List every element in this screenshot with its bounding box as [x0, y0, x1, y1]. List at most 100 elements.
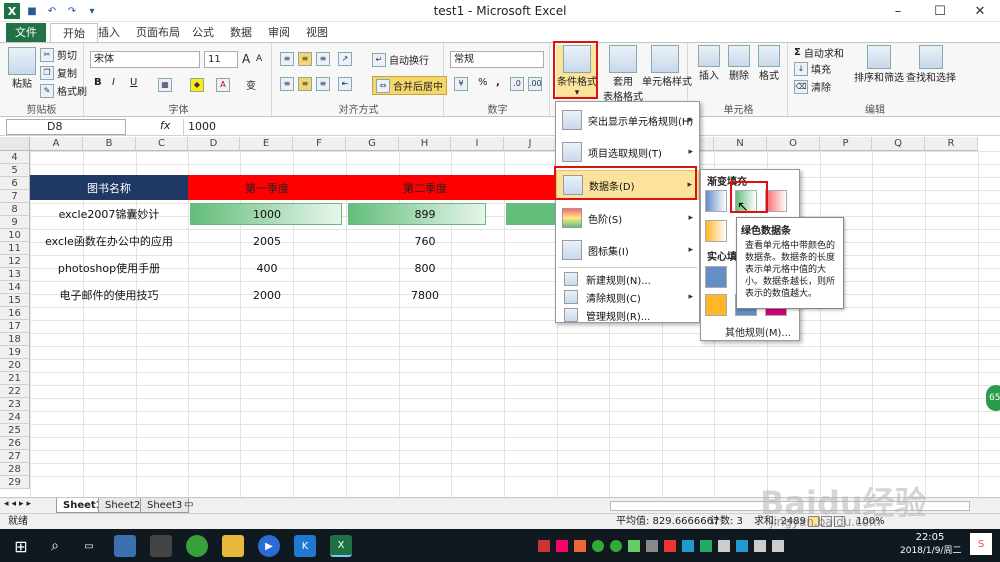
insert-function-button[interactable]: fx: [160, 119, 170, 132]
column-header-I[interactable]: I: [451, 137, 504, 151]
column-header-A[interactable]: A: [30, 137, 83, 151]
sheet-nav-arrows-icon[interactable]: ◂◂▸▸: [4, 499, 34, 509]
column-header-H[interactable]: H: [399, 137, 451, 151]
column-header-R[interactable]: R: [925, 137, 978, 151]
orientation-icon[interactable]: ↗: [338, 52, 352, 66]
clear-button[interactable]: ⌫ 清除: [794, 79, 831, 94]
cell-styles-button[interactable]: 单元格样式: [642, 45, 692, 88]
menu-clear-rules[interactable]: 清除规则(C) ▸: [556, 288, 699, 306]
format-cells-button[interactable]: 格式: [754, 45, 784, 82]
windows-start-icon[interactable]: ⊞: [10, 535, 32, 557]
cell-name-3[interactable]: photoshop使用手册: [30, 255, 188, 281]
currency-icon[interactable]: ¥: [454, 77, 468, 91]
tray-icon-8[interactable]: [664, 540, 676, 552]
cell-q1-4[interactable]: 2000: [188, 282, 346, 308]
cell-q1-1[interactable]: 1000: [188, 201, 346, 227]
gradient-red-databar-icon[interactable]: [765, 190, 787, 212]
format-painter-button[interactable]: ✎ 格式刷: [40, 83, 87, 98]
row-header-9[interactable]: 9: [0, 216, 30, 229]
minimize-button[interactable]: –: [878, 0, 918, 22]
comma-button[interactable]: ,: [496, 77, 500, 88]
row-header-10[interactable]: 10: [0, 229, 30, 242]
row-header-25[interactable]: 25: [0, 424, 30, 437]
k-app-icon[interactable]: K: [294, 535, 316, 557]
tray-icon-12[interactable]: [736, 540, 748, 552]
maximize-button[interactable]: ☐: [920, 0, 960, 22]
align-top-icon[interactable]: ≡: [280, 52, 294, 66]
column-header-C[interactable]: C: [136, 137, 188, 151]
select-all-corner[interactable]: [0, 137, 30, 151]
gradient-blue-databar-icon[interactable]: [705, 190, 727, 212]
folder-icon[interactable]: [222, 535, 244, 557]
row-header-4[interactable]: 4: [0, 151, 30, 164]
tab-view[interactable]: 视图: [294, 23, 340, 42]
worksheet-grid[interactable]: 图书名称 第一季度 第二季度 excle2007锦囊妙计 1000 899 ex…: [0, 137, 1000, 497]
number-format-combo[interactable]: 常规: [450, 51, 544, 68]
cell-q2-2[interactable]: 760: [346, 228, 504, 254]
row-header-27[interactable]: 27: [0, 450, 30, 463]
font-name-combo[interactable]: 宋体: [90, 51, 200, 68]
row-header-11[interactable]: 11: [0, 242, 30, 255]
column-header-F[interactable]: F: [293, 137, 346, 151]
align-bottom-icon[interactable]: ≡: [316, 52, 330, 66]
menu-highlight-rules[interactable]: 突出显示单元格规则(H) ▸: [556, 106, 699, 134]
paste-button[interactable]: 粘贴: [8, 47, 36, 90]
sheet-tab-3[interactable]: Sheet3: [140, 498, 190, 513]
cell-name-2[interactable]: excle函数在办公中的应用: [30, 228, 188, 254]
fill-button[interactable]: ↓ 填充: [794, 61, 831, 76]
name-box[interactable]: D8: [6, 119, 126, 135]
row-header-22[interactable]: 22: [0, 385, 30, 398]
tray-icon-3[interactable]: [574, 540, 586, 552]
task-view-icon[interactable]: ▭: [78, 535, 100, 557]
cell-q2-4[interactable]: 7800: [346, 282, 504, 308]
row-header-16[interactable]: 16: [0, 307, 30, 320]
menu-manage-rules[interactable]: 管理规则(R)...: [556, 306, 699, 324]
decrease-indent-icon[interactable]: ⇤: [338, 77, 352, 91]
row-header-23[interactable]: 23: [0, 398, 30, 411]
tray-icon-2[interactable]: [556, 540, 568, 552]
align-right-icon[interactable]: ≡: [316, 77, 330, 91]
close-button[interactable]: ✕: [960, 0, 1000, 22]
menu-color-scales[interactable]: 色阶(S) ▸: [556, 204, 699, 232]
column-header-E[interactable]: E: [240, 137, 293, 151]
align-left-icon[interactable]: ≡: [280, 77, 294, 91]
row-header-15[interactable]: 15: [0, 294, 30, 307]
menu-icon-sets[interactable]: 图标集(I) ▸: [556, 236, 699, 264]
column-header-D[interactable]: D: [188, 137, 240, 151]
media-player-icon[interactable]: ▶: [258, 535, 280, 557]
column-header-P[interactable]: P: [820, 137, 872, 151]
row-header-21[interactable]: 21: [0, 372, 30, 385]
header-q1[interactable]: 第一季度: [188, 175, 346, 200]
row-header-8[interactable]: 8: [0, 203, 30, 216]
sort-filter-button[interactable]: 排序和筛选: [854, 45, 904, 84]
find-select-button[interactable]: 查找和选择: [904, 45, 958, 84]
tray-icon-10[interactable]: [700, 540, 712, 552]
row-header-24[interactable]: 24: [0, 411, 30, 424]
search-icon[interactable]: ⌕: [44, 535, 66, 557]
tray-icon-9[interactable]: [682, 540, 694, 552]
row-header-14[interactable]: 14: [0, 281, 30, 294]
app-icon-1[interactable]: [114, 535, 136, 557]
row-header-26[interactable]: 26: [0, 437, 30, 450]
row-header-28[interactable]: 28: [0, 463, 30, 476]
browser-icon[interactable]: [186, 535, 208, 557]
align-middle-icon[interactable]: ≡: [298, 52, 312, 66]
tab-file[interactable]: 文件: [6, 23, 46, 42]
row-header-19[interactable]: 19: [0, 346, 30, 359]
cell-q1-3[interactable]: 400: [188, 255, 346, 281]
cell-name-4[interactable]: 电子邮件的使用技巧: [30, 282, 188, 308]
volume-icon[interactable]: [772, 540, 784, 552]
row-header-12[interactable]: 12: [0, 255, 30, 268]
font-size-combo[interactable]: 11: [204, 51, 238, 68]
excel-taskbar-icon[interactable]: X: [330, 535, 352, 557]
system-tray-icons[interactable]: [538, 540, 838, 552]
merge-center-button[interactable]: ⇔ 合并后居中: [372, 76, 447, 95]
underline-button[interactable]: U: [130, 77, 137, 88]
format-as-table-button[interactable]: 套用 表格格式: [602, 45, 644, 103]
shrink-font-button[interactable]: A: [256, 54, 262, 64]
phonetic-button[interactable]: 变: [246, 77, 256, 92]
gradient-orange-databar-icon[interactable]: [705, 220, 727, 242]
row-header-6[interactable]: 6: [0, 177, 30, 190]
clock[interactable]: 22:05 2018/1/9/周二: [900, 532, 961, 556]
insert-cells-button[interactable]: 插入: [694, 45, 724, 82]
